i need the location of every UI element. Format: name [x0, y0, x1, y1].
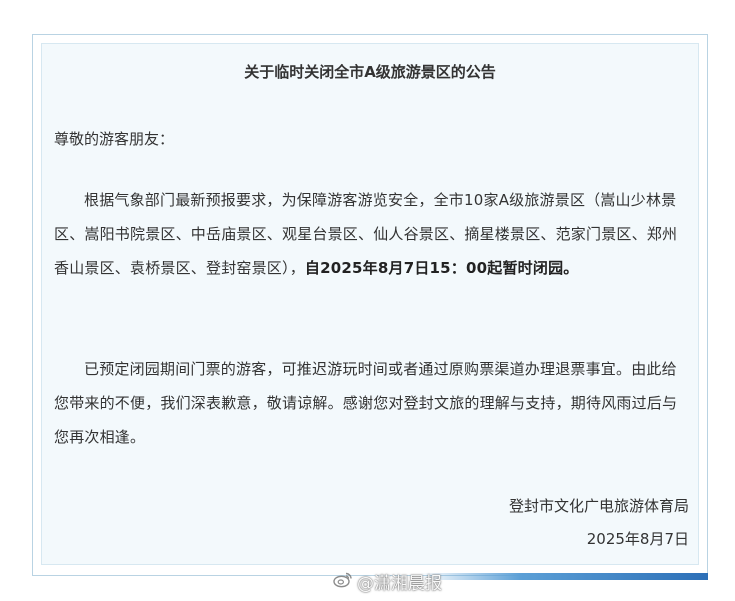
signature-organization: 登封市文化广电旅游体育局	[508, 497, 689, 515]
salutation: 尊敬的游客朋友：	[54, 130, 175, 148]
notice-paragraph-1: 根据气象部门最新预报要求，为保障游客游览安全，全市10家A级旅游景区（嵩山少林景…	[54, 183, 690, 285]
closure-time-highlight: 自2025年8月7日15：00起暂时闭园。	[304, 259, 579, 277]
accent-stripe	[420, 573, 708, 580]
notice-panel	[41, 43, 699, 565]
signature-date: 2025年8月7日	[586, 530, 689, 548]
watermark: @潇湘晨报	[333, 569, 442, 594]
notice-title: 关于临时关闭全市A级旅游景区的公告	[244, 63, 496, 81]
notice-paragraph-2: 已预定闭园期间门票的游客，可推迟游玩时间或者通过原购票渠道办理退票事宜。由此给您…	[54, 360, 678, 446]
watermark-text: @潇湘晨报	[357, 574, 442, 594]
weibo-logo-icon	[333, 571, 353, 592]
